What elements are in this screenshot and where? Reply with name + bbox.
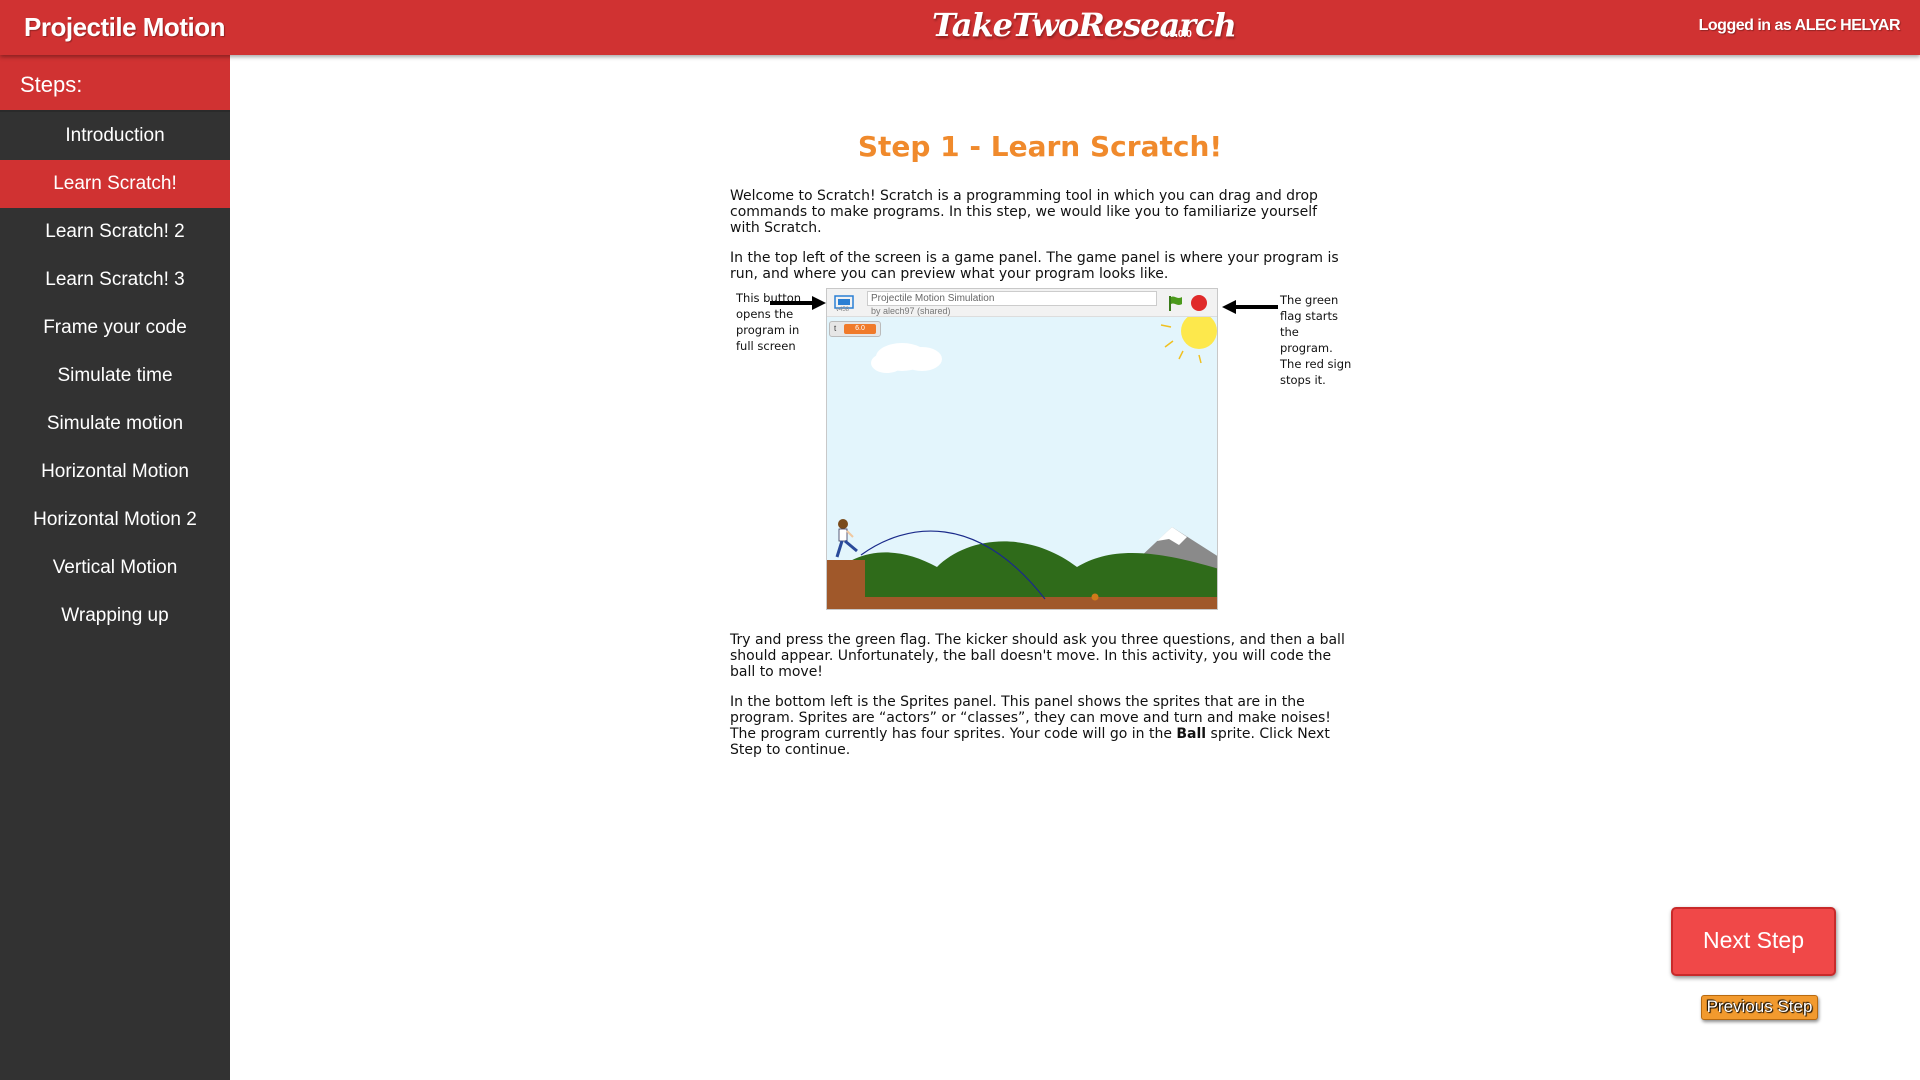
sidebar-item-learn-scratch[interactable]: Learn Scratch!	[0, 160, 230, 208]
sprites-paragraph: In the bottom left is the Sprites panel.…	[730, 694, 1350, 758]
game-panel-paragraph: In the top left of the screen is a game …	[730, 250, 1339, 282]
sidebar-item-horizontal-motion[interactable]: Horizontal Motion	[0, 448, 230, 496]
sidebar-item-vertical-motion[interactable]: Vertical Motion	[0, 544, 230, 592]
green-flag-paragraph: Try and press the green flag. The kicker…	[730, 632, 1345, 680]
top-header: Projectile Motion TakeTwoResearch v3.0.0…	[0, 0, 1920, 55]
sidebar-item-simulate-motion[interactable]: Simulate motion	[0, 400, 230, 448]
ball-icon	[1091, 593, 1099, 601]
game-panel-toolbar: v458 Projectile Motion Simulation by ale…	[827, 289, 1217, 317]
stop-sign-icon[interactable]	[1191, 295, 1207, 311]
sidebar-item-simulate-time[interactable]: Simulate time	[0, 352, 230, 400]
flag-annotation: The green flag starts the program. The r…	[1280, 293, 1352, 387]
next-step-button[interactable]: Next Step	[1671, 907, 1836, 976]
right-arrow-icon	[770, 296, 826, 310]
step-title: Step 1 - Learn Scratch!	[857, 130, 1223, 163]
brand-version: v3.0.0	[1164, 29, 1192, 40]
app-title: Projectile Motion	[24, 12, 225, 42]
green-flag-icon[interactable]	[1167, 294, 1185, 312]
cliff	[827, 560, 865, 609]
sidebar-item-learn-scratch-3[interactable]: Learn Scratch! 3	[0, 256, 230, 304]
variable-value: 6.0	[844, 324, 876, 334]
variable-name: t	[834, 324, 837, 333]
sidebar: Steps: Introduction Learn Scratch! Learn…	[0, 55, 230, 1080]
steps-heading: Steps:	[0, 55, 230, 112]
ground	[827, 597, 1217, 609]
previous-step-button[interactable]: Previous Step	[1701, 995, 1818, 1020]
sidebar-item-horizontal-motion-2[interactable]: Horizontal Motion 2	[0, 496, 230, 544]
logged-in-user: Logged in as ALEC HELYAR	[1698, 17, 1901, 34]
game-panel-figure: This button opens the program in full sc…	[730, 288, 1352, 618]
project-author: by alech97 (shared)	[871, 306, 951, 316]
fullscreen-version-caption: v458	[836, 307, 850, 313]
project-title-field: Projectile Motion Simulation	[867, 291, 1157, 306]
scratch-game-panel: v458 Projectile Motion Simulation by ale…	[826, 288, 1218, 610]
sidebar-item-introduction[interactable]: Introduction	[0, 112, 230, 160]
sidebar-item-wrapping-up[interactable]: Wrapping up	[0, 592, 230, 640]
steps-list: Introduction Learn Scratch! Learn Scratc…	[0, 112, 230, 640]
time-variable-monitor: t 6.0	[829, 321, 881, 337]
sidebar-item-frame-your-code[interactable]: Frame your code	[0, 304, 230, 352]
intro-paragraph: Welcome to Scratch! Scratch is a program…	[730, 188, 1318, 236]
step-content: Step 1 - Learn Scratch! Welcome to Scrat…	[730, 130, 1352, 772]
game-stage: t 6.0	[827, 317, 1217, 609]
left-arrow-icon	[1222, 300, 1278, 314]
ball-sprite-name: Ball	[1176, 726, 1207, 742]
sidebar-item-learn-scratch-2[interactable]: Learn Scratch! 2	[0, 208, 230, 256]
stage-scene	[827, 317, 1217, 609]
